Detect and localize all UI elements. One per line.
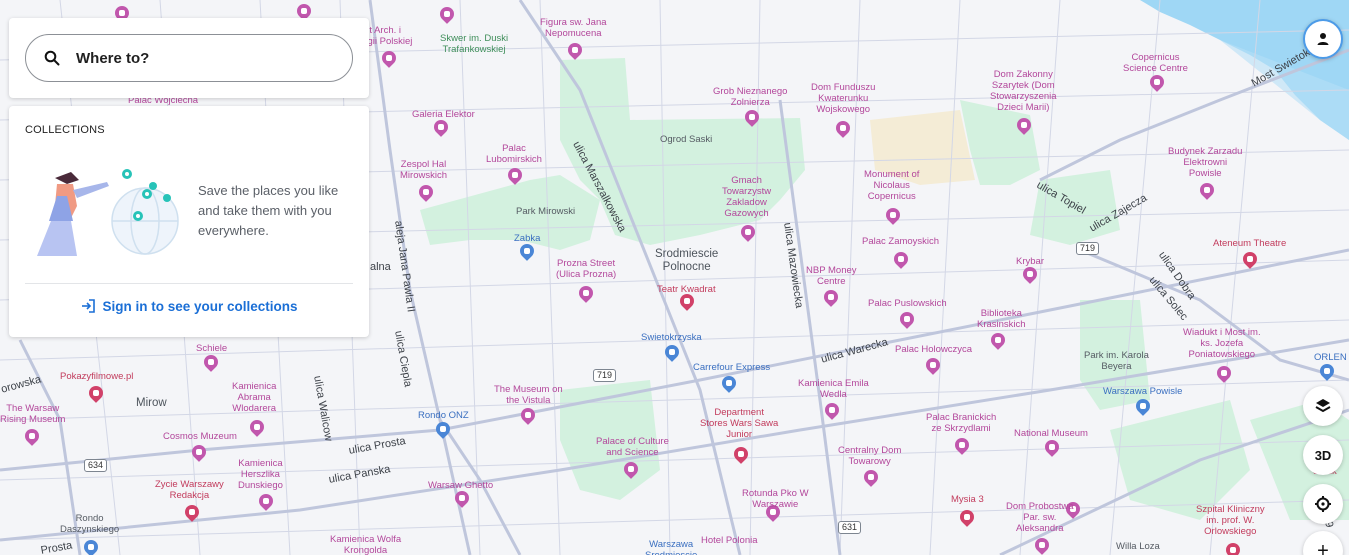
3d-button[interactable]: 3D bbox=[1303, 435, 1343, 475]
map-label[interactable]: Dom Funduszu Kwaterunku Wojskowego bbox=[811, 82, 875, 115]
route-shield: 719 bbox=[593, 369, 617, 382]
search-panel bbox=[9, 18, 369, 98]
map-label[interactable]: Palac Holowczyca bbox=[895, 344, 972, 355]
map-label[interactable]: Rondo Daszynskiego bbox=[60, 513, 119, 535]
crosshair-icon bbox=[1315, 496, 1331, 512]
search-input[interactable] bbox=[76, 49, 316, 67]
map-label[interactable]: Copernicus Science Centre bbox=[1123, 52, 1188, 74]
map-label[interactable]: NBP Money Centre bbox=[806, 265, 857, 287]
map-label[interactable]: Warszawa Powisle bbox=[1103, 386, 1182, 397]
divider bbox=[25, 283, 353, 284]
zoom-in-label: + bbox=[1317, 539, 1329, 555]
map-label[interactable]: Carrefour Express bbox=[693, 362, 770, 373]
map-label[interactable]: Mysia 3 bbox=[951, 494, 984, 505]
map-label[interactable]: Zycie Warszawy Redakcja bbox=[155, 479, 224, 501]
map-label[interactable]: Skwer im. Duski Trafankowskiej bbox=[440, 33, 508, 55]
map-label[interactable]: Szpital Kliniczny im. prof. W. Orlowskie… bbox=[1196, 504, 1265, 537]
map-label[interactable]: Dom Zakonny Szarytek (Dom Stowarzyszenia… bbox=[990, 69, 1057, 113]
map-label[interactable]: Warszawa Srodmiescie bbox=[645, 539, 697, 555]
map-label[interactable]: Rondo ONZ bbox=[418, 410, 469, 421]
map-label[interactable]: Biblioteka Krasinskich bbox=[977, 308, 1026, 330]
street-label: alna bbox=[370, 261, 391, 273]
locate-button[interactable] bbox=[1303, 484, 1343, 524]
layers-button[interactable] bbox=[1303, 386, 1343, 426]
map-label[interactable]: Schiele bbox=[196, 343, 227, 354]
map-label[interactable]: ORLEN bbox=[1314, 352, 1347, 363]
map-label[interactable]: Kamienica Emila Wedla bbox=[798, 378, 869, 400]
map-label[interactable]: Zabka bbox=[514, 233, 540, 244]
collections-illustration-icon bbox=[37, 169, 179, 256]
route-shield: 634 bbox=[84, 459, 108, 472]
map-label[interactable]: Cosmos Muzeum bbox=[163, 431, 237, 442]
map-label[interactable]: Dom Probostwa Par. sw. Aleksandra bbox=[1006, 501, 1074, 534]
map-label[interactable]: Department Stores Wars Sawa Junior bbox=[700, 407, 778, 440]
map-label[interactable]: Galeria Elektor bbox=[412, 109, 475, 120]
map-label[interactable]: Park Mirowski bbox=[516, 206, 575, 217]
district-label: Srodmiescie Polnocne bbox=[655, 248, 719, 273]
map-label[interactable]: Kamienica Abrama Wlodarera bbox=[232, 381, 276, 414]
map-label[interactable]: Kamienica Herszlika Dunskiego bbox=[238, 458, 283, 491]
map-label[interactable]: Gmach Towarzystw Zakladow Gazowych bbox=[722, 175, 771, 219]
map-label[interactable]: Rotunda Pko W Warszawie bbox=[742, 488, 809, 510]
route-shield: 719 bbox=[1076, 242, 1100, 255]
user-icon bbox=[1317, 33, 1329, 45]
layers-icon bbox=[1315, 399, 1331, 413]
map-label[interactable]: The Museum on the Vistula bbox=[494, 384, 563, 406]
map-label[interactable]: Budynek Zarzadu Elektrowni Powisle bbox=[1168, 146, 1242, 179]
map-label[interactable]: Warsaw Ghetto bbox=[428, 480, 493, 491]
map-label[interactable]: Palac Zamoyskich bbox=[862, 236, 939, 247]
map-label[interactable]: Kamienica Wolfa Krongolda bbox=[330, 534, 401, 555]
map-label[interactable]: Monument of Nicolaus Copernicus bbox=[864, 169, 919, 202]
map-label[interactable]: Willa Loza bbox=[1116, 541, 1160, 552]
map-label[interactable]: Zespol Hal Mirowskich bbox=[400, 159, 447, 181]
map-label[interactable]: Ateneum Theatre bbox=[1213, 238, 1286, 249]
map-label[interactable]: Teatr Kwadrat bbox=[657, 284, 716, 295]
map-label[interactable]: Palac Puslowskich bbox=[868, 298, 947, 309]
collections-description: Save the places you like and take them w… bbox=[198, 183, 339, 238]
search-box[interactable] bbox=[25, 34, 353, 82]
map-label[interactable]: Swietokrzyska bbox=[641, 332, 702, 343]
account-button[interactable] bbox=[1303, 19, 1343, 59]
3d-label: 3D bbox=[1314, 447, 1332, 463]
map-label[interactable]: Pokazyfilmowe.pl bbox=[60, 371, 133, 382]
map-label[interactable]: Figura sw. Jana Nepomucena bbox=[540, 17, 607, 39]
map-label[interactable]: Wiadukt i Most im. ks. Jozefa Poniatowsk… bbox=[1183, 327, 1261, 360]
map-label[interactable]: Park im. Karola Beyera bbox=[1084, 350, 1149, 372]
route-shield: 631 bbox=[838, 521, 862, 534]
district-label: Mirow bbox=[136, 397, 167, 409]
map-label[interactable]: Palac Branickich ze Skrzydlami bbox=[926, 412, 996, 434]
signin-label: Sign in to see your collections bbox=[102, 298, 298, 314]
map-label[interactable]: The Warsaw Rising Museum bbox=[0, 403, 65, 425]
map-label[interactable]: Palac Lubomirskich bbox=[486, 143, 542, 165]
collections-title: COLLECTIONS bbox=[25, 124, 105, 136]
search-icon bbox=[44, 50, 60, 66]
map-label[interactable]: Prozna Street (Ulica Prozna) bbox=[556, 258, 616, 280]
map-label[interactable]: National Museum bbox=[1014, 428, 1088, 439]
signin-link[interactable]: Sign in to see your collections bbox=[9, 298, 369, 314]
map-label[interactable]: Centralny Dom Towarowy bbox=[838, 445, 901, 467]
map-label[interactable]: Grob Nieznanego Zolnierza bbox=[713, 86, 787, 108]
map-label[interactable]: Ogrod Saski bbox=[660, 134, 712, 145]
map-label[interactable]: Hotel Polonia bbox=[701, 535, 758, 546]
map-label[interactable]: Palace of Culture and Science bbox=[596, 436, 669, 458]
collections-panel: COLLECTIONS Save the places you like and… bbox=[9, 106, 369, 337]
map-label[interactable]: Krybar bbox=[1016, 256, 1044, 267]
sign-in-icon bbox=[82, 299, 96, 313]
